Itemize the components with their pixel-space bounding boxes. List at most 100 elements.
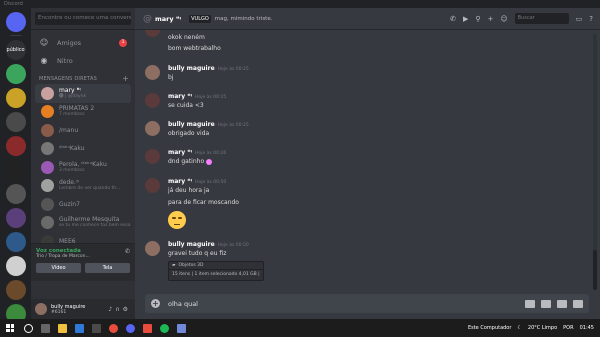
screen-share-button[interactable]: Tela [85,263,130,273]
store-icon[interactable] [92,323,101,333]
folder-icon: ▰ [172,263,176,268]
avatar[interactable] [145,178,160,193]
dm-subtitle: 🅓 | @daynk [59,93,87,99]
avatar[interactable] [145,65,160,80]
help-icon[interactable]: ? [589,15,593,23]
user-avatar[interactable] [35,303,47,315]
guild-server-publico[interactable]: público [5,40,26,60]
dm-name: mary ❝ᵎ [59,86,81,94]
guild-server-white[interactable] [5,256,26,276]
message-time: Hoje às 00:50 [195,180,227,185]
guild-server-eggs[interactable] [5,112,26,132]
guild-server-brown[interactable] [5,280,26,300]
guild-server-blue[interactable] [5,232,26,252]
guild-server-green2[interactable] [5,304,26,319]
dm-subtitle: 3 membros [59,167,85,173]
message-text: obrigado vida [168,130,210,137]
friends-badge: 1 [119,39,127,47]
message-text: dnd gatinho [168,158,205,165]
dm-item[interactable]: Guilherme Mesquita se tu me conhece tas b… [35,214,131,233]
disconnect-icon[interactable]: ✆ [125,248,130,255]
dm-item[interactable]: mary ❝ᵎ 🅓 | @daynk [35,84,131,103]
emoji-icon[interactable] [573,299,583,308]
task-view-icon[interactable] [41,323,50,333]
video-call-icon[interactable]: ▶ [463,15,468,23]
user-panel: bully maguire #6161 ♪∩⚙ [31,299,135,319]
dm-sidebar: Encontre ou comece uma conversa ☺ Amigos… [31,8,135,319]
sticker-icon[interactable] [557,299,567,308]
guild-server-dark[interactable] [5,160,26,180]
image-attachment[interactable]: ▰ Objetos 3D 15 itens | 1 item selecionad… [168,261,264,281]
discord-taskbar-icon[interactable] [126,323,135,333]
upload-plus-icon[interactable]: + [151,299,160,308]
guild-discord-home[interactable] [5,12,26,32]
voice-location[interactable]: Trio / Tropa de Marcon... [36,254,130,259]
guild-server-gray[interactable] [5,184,26,204]
tray-label[interactable]: Este Computador [468,325,511,331]
search-icon[interactable] [24,323,33,333]
dm-item[interactable]: dede.ᵎᵎᵎ Lembre de ver quando th... [35,177,131,196]
video-button[interactable]: Vídeo [36,263,81,273]
avatar[interactable] [145,241,160,256]
message-author[interactable]: mary ❝ᵎ [168,178,192,185]
avatar[interactable] [145,149,160,164]
call-icon[interactable]: ✆ [450,15,456,23]
edge-icon[interactable] [75,323,84,333]
weather-text[interactable]: 20°C Limpo [528,325,557,331]
app-icon[interactable] [177,323,186,333]
add-friend-icon[interactable]: + [487,15,493,23]
profile-icon[interactable]: ☺ [500,15,507,23]
dm-subtitle: 7 membros [59,112,85,118]
scrollbar-thumb[interactable] [593,250,597,290]
avatar[interactable] [145,93,160,108]
dm-subtitle: se tu me conhece tas bem essa... [59,223,131,229]
windows-start-icon[interactable] [6,324,14,332]
message-author[interactable]: mary ❝ᵎ [168,149,192,156]
attachment-title: Objetos 3D [178,263,204,268]
spotify-icon[interactable] [160,323,169,333]
chrome-icon[interactable] [109,323,118,333]
guild-server-purple[interactable] [5,208,26,228]
dm-item[interactable]: Perola, ᵎᴷᵃᵏᵘKaku 3 membros [35,158,131,177]
gift-icon[interactable] [525,299,535,308]
message-list: okok neném bom webtrabalho bully maguire… [135,30,590,292]
guild-server-yellow[interactable] [5,88,26,108]
dm-subtitle: Lembre de ver quando th... [59,186,121,192]
user-tag-badge: VULGO [189,14,211,23]
avatar [41,86,54,100]
message-author[interactable]: mary ❝ᵎ [168,93,192,100]
dm-item[interactable]: ᵎᴷᵃᵏᵘKaku [35,140,131,159]
sidebar-item-friends[interactable]: ☺ Amigos 1 [35,34,131,52]
pin-icon[interactable]: ⚲ [475,15,480,23]
file-explorer-icon[interactable] [58,323,67,333]
dm-item[interactable]: PRIMATAS 27 membros [35,103,131,122]
message-time: Hoje às 00:25 [195,95,227,100]
guild-server-green[interactable] [5,64,26,84]
create-dm-button[interactable]: + [122,75,129,83]
chat-header: @ mary ❝ᵎ VULGO mag, mimindo triste. ✆ ▶… [135,8,600,30]
gif-icon[interactable] [541,299,551,308]
dm-name: Guzin7 [59,200,80,208]
app-icon[interactable] [143,323,152,333]
message-input[interactable]: olha qual [168,300,198,308]
language-indicator[interactable]: POR [563,325,573,331]
sidebar-item-nitro[interactable]: ◉ Nitro [35,52,131,70]
dm-name: /manu [59,126,79,134]
find-conversation-input[interactable]: Encontre ou comece uma conversa [35,12,131,25]
message-author[interactable]: bully maguire [168,121,215,128]
settings-icon[interactable]: ⚙ [123,306,131,313]
search-input[interactable]: Buscar [514,13,569,24]
avatar[interactable] [145,121,160,136]
message-author[interactable]: bully maguire [168,65,215,72]
message-text: bj [168,74,174,81]
custom-status: mag, mimindo triste. [214,15,273,22]
guild-server-red[interactable] [5,136,26,156]
dm-item[interactable]: /manu [35,121,131,140]
message-author[interactable]: bully maguire [168,241,215,248]
clock[interactable]: 01:45 [580,325,594,331]
dm-name: ᵎᴷᵃᵏᵘKaku [59,145,85,153]
scrollbar[interactable] [593,34,597,290]
dm-item[interactable]: Guzin7 [35,195,131,214]
headphones-icon[interactable]: ∩ [115,306,122,313]
inbox-icon[interactable]: ▭ [576,15,583,23]
